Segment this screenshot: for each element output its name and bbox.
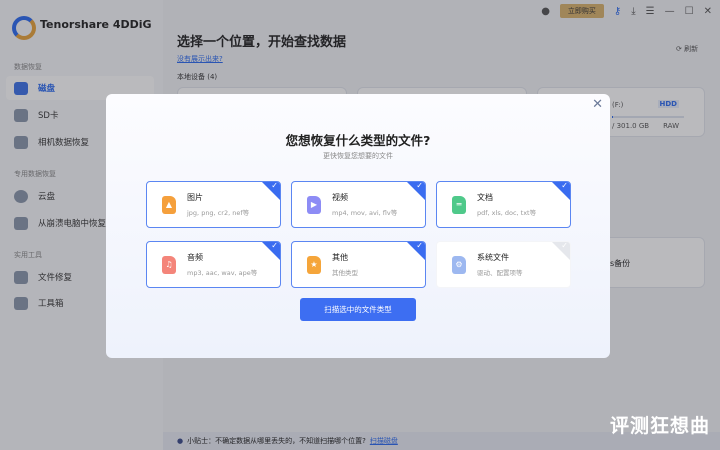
file-type-desc: mp4, mov, avi, flv等 (332, 209, 398, 217)
file-type-dialog: ✕ 您想恢复什么类型的文件? 更快恢复您想要的文件 ✓ ▲ 图片 jpg, png… (106, 94, 610, 358)
file-type-name: 文档 (477, 193, 493, 202)
document-icon: ═ (452, 195, 466, 214)
image-icon: ▲ (162, 195, 176, 214)
video-icon: ▶ (307, 195, 321, 214)
dialog-subtitle: 更快恢复您想要的文件 (323, 152, 393, 160)
check-icon: ✓ (271, 181, 278, 190)
file-type-desc: jpg, png, cr2, nef等 (187, 209, 250, 217)
file-type-desc: 其他类型 (332, 269, 358, 277)
file-type-name: 其他 (332, 253, 348, 262)
close-icon[interactable]: ✕ (592, 97, 603, 112)
file-type-desc: mp3, aac, wav, ape等 (187, 269, 258, 277)
file-type-card-video[interactable]: ✓ ▶ 视频 mp4, mov, avi, flv等 (291, 181, 426, 228)
file-type-name: 视频 (332, 193, 348, 202)
check-icon: ✓ (416, 241, 423, 250)
file-type-card-other[interactable]: ✓ ★ 其他其他类型 (291, 241, 426, 288)
check-icon: ✓ (561, 241, 568, 250)
other-icon: ★ (307, 255, 321, 274)
file-type-desc: pdf, xls, doc, txt等 (477, 209, 537, 217)
file-type-card-image[interactable]: ✓ ▲ 图片 jpg, png, cr2, nef等 (146, 181, 281, 228)
audio-icon: ♫ (162, 255, 176, 274)
check-icon: ✓ (561, 181, 568, 190)
check-icon: ✓ (271, 241, 278, 250)
watermark: 评测狂想曲 (609, 415, 710, 437)
file-type-card-document[interactable]: ✓ ═ 文档 pdf, xls, doc, txt等 (436, 181, 571, 228)
file-type-name: 系统文件 (477, 253, 509, 262)
scan-selected-button[interactable]: 扫描选中的文件类型 (300, 298, 416, 321)
file-type-desc: 驱动、配置项等 (477, 269, 523, 277)
file-type-name: 音频 (187, 253, 203, 262)
file-type-name: 图片 (187, 193, 203, 202)
file-type-card-system-file[interactable]: ✓ ⚙ 系统文件驱动、配置项等 (436, 241, 571, 288)
system-file-icon: ⚙ (452, 255, 466, 274)
check-icon: ✓ (416, 181, 423, 190)
dialog-title: 您想恢复什么类型的文件? (285, 133, 431, 148)
file-type-card-audio[interactable]: ✓ ♫ 音频 mp3, aac, wav, ape等 (146, 241, 281, 288)
